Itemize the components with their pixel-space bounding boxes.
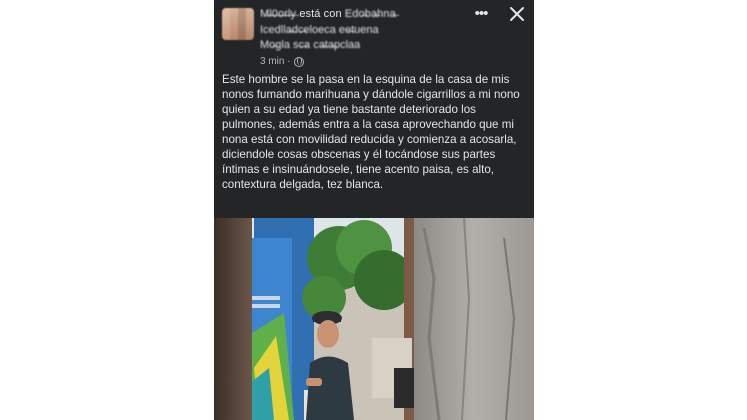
post-meta: 3 min · (260, 56, 304, 67)
facebook-post: M̶l̶0̶o̶r̶l̶y̶ está con Edo̶ba̶hna̶ Iced… (214, 0, 534, 420)
post-time[interactable]: 3 min · (260, 56, 291, 67)
post-text: Este hombre se la pasa en la esquina de … (222, 73, 520, 191)
author-line: M̶l̶0̶o̶r̶l̶y̶ está con Edo̶ba̶hna̶ (260, 8, 460, 21)
tagged-line-2[interactable]: Mo̶gla sc̶a ca̶ta̶pclaa (260, 39, 470, 52)
post-photo[interactable] (214, 218, 534, 420)
more-horizontal-icon[interactable]: ••• (472, 5, 490, 23)
author-name[interactable]: M̶l̶0̶o̶r̶l̶y̶ (260, 8, 296, 20)
author-suffix: está con (299, 8, 342, 20)
avatar[interactable] (222, 8, 254, 40)
close-icon[interactable] (508, 5, 526, 23)
tagged-name[interactable]: Edo̶ba̶hna̶ (345, 8, 396, 20)
tagged-line-1[interactable]: Icedlla̶dc̶eloeca ee̶tuena (260, 24, 470, 37)
globe-icon (293, 56, 304, 67)
post-header: M̶l̶0̶o̶r̶l̶y̶ está con Edo̶ba̶hna̶ Iced… (214, 0, 534, 68)
